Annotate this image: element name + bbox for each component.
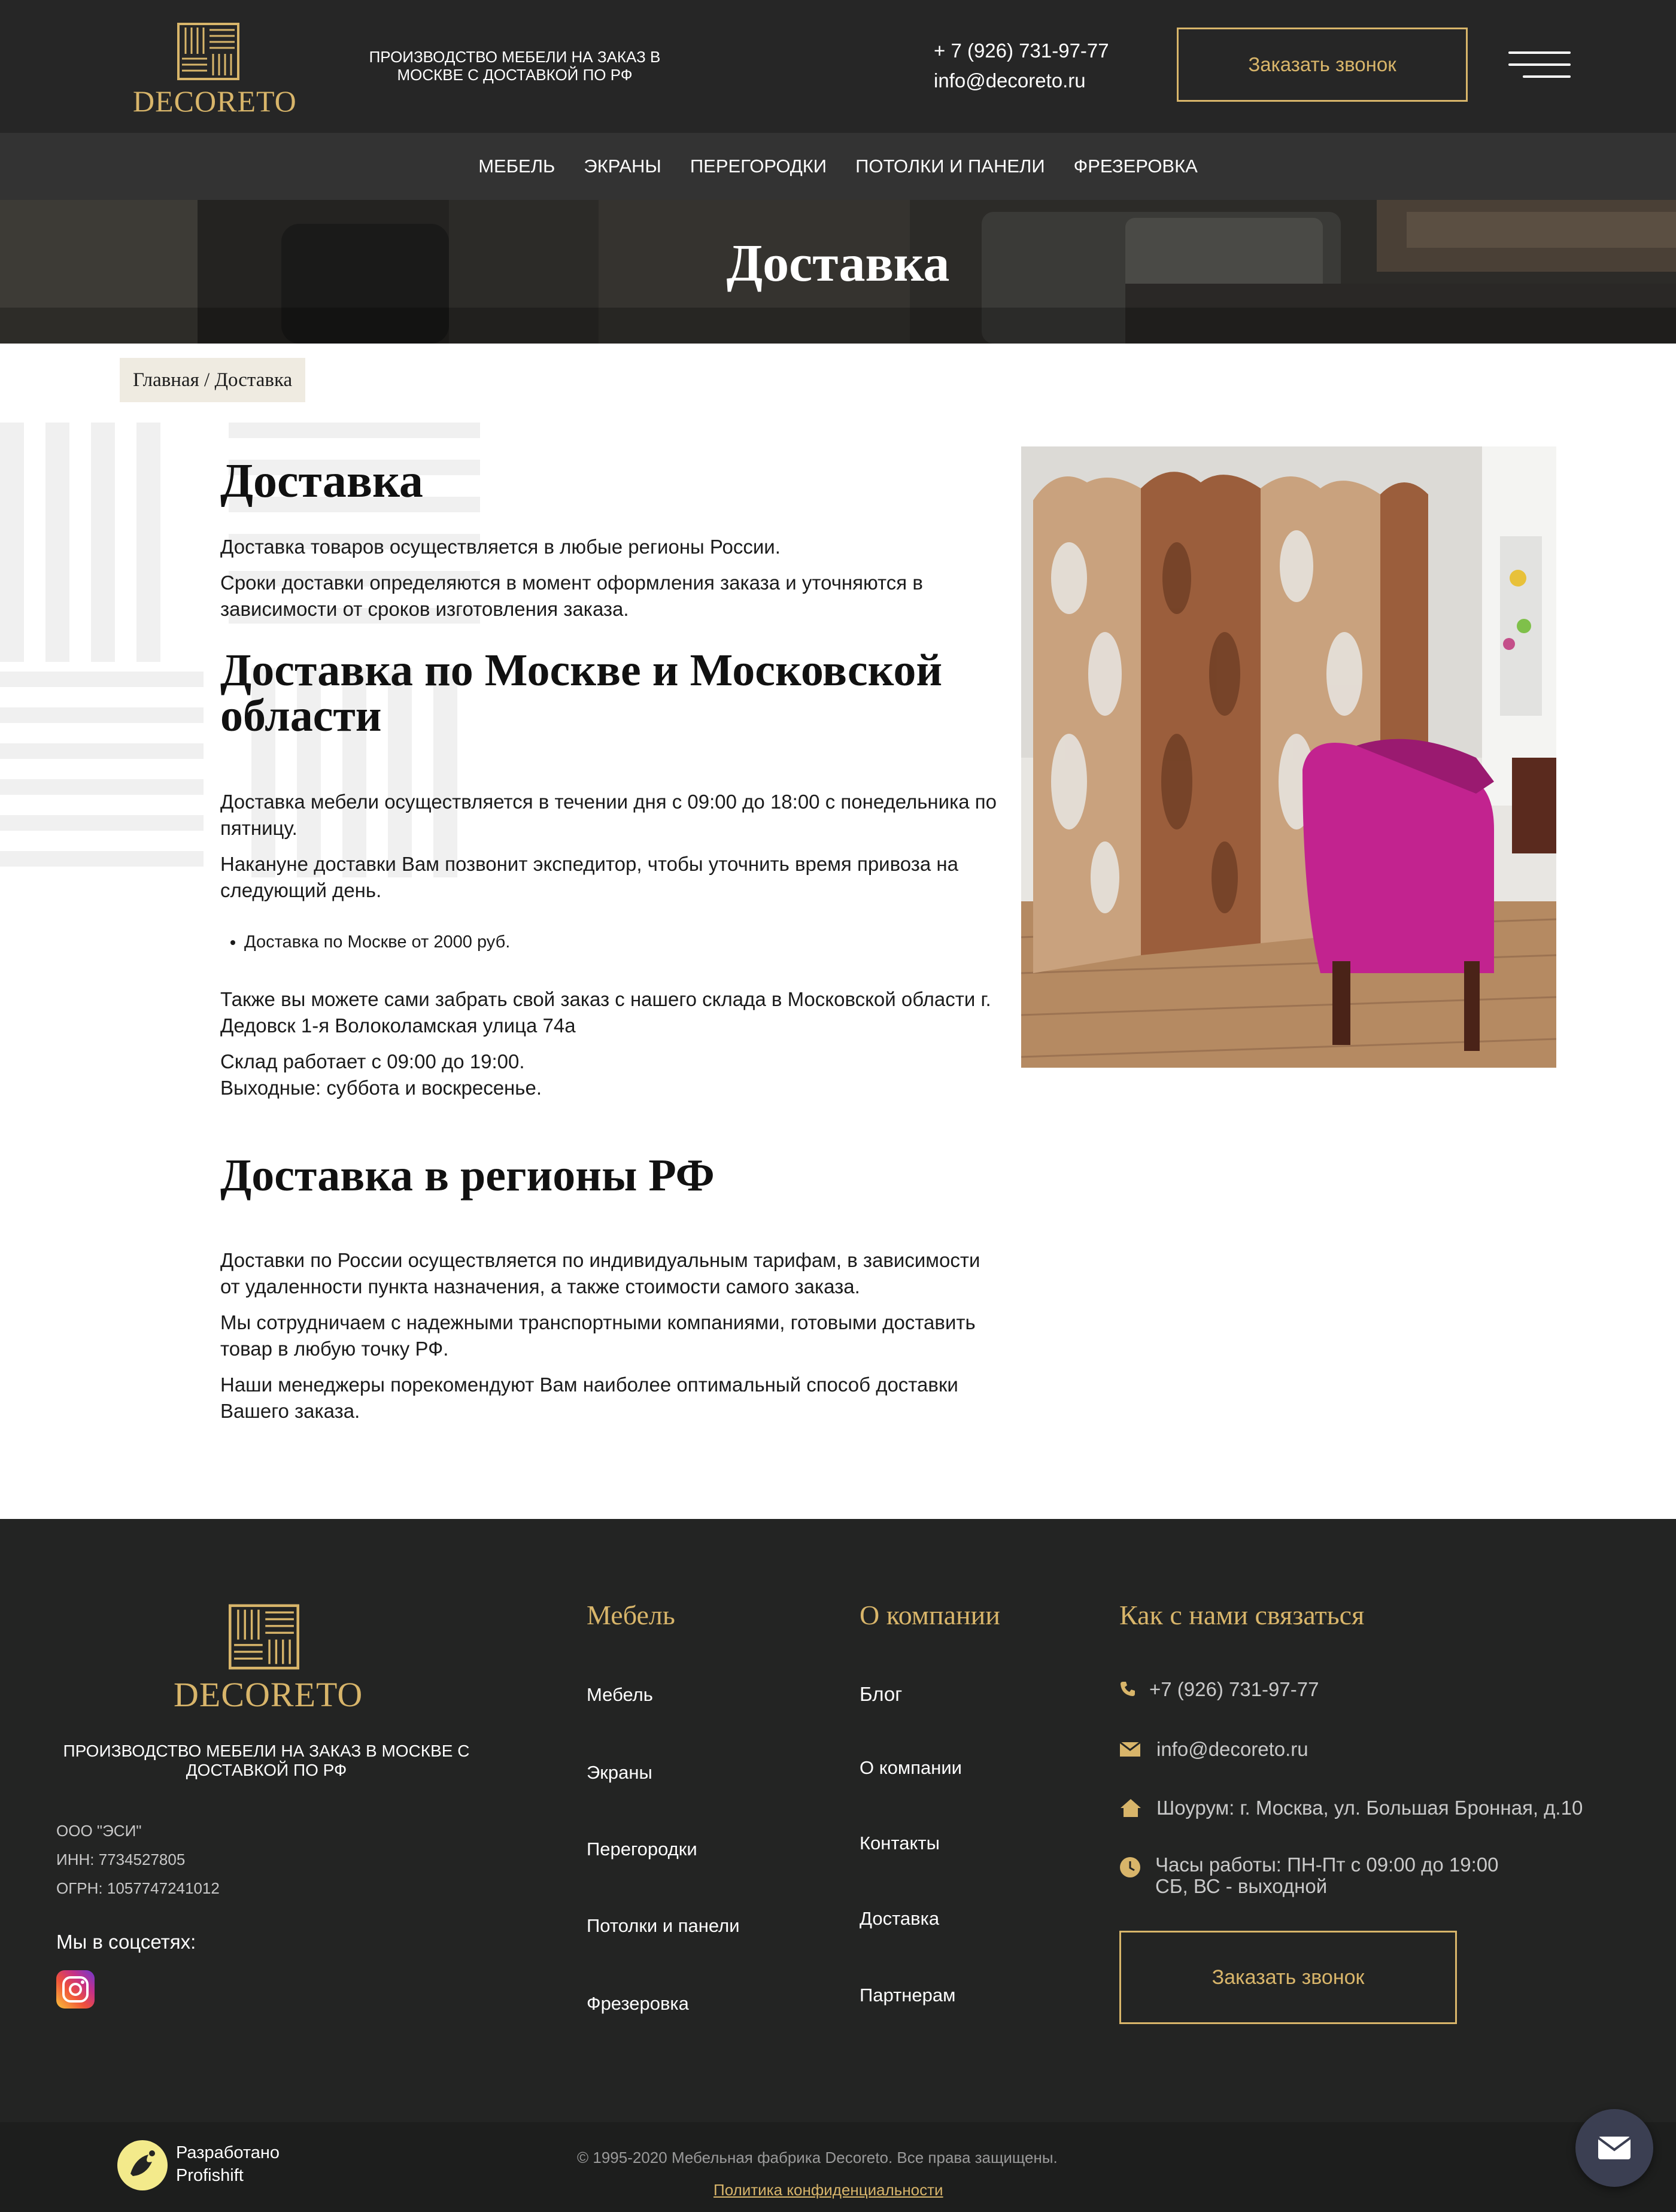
footer-link-delivery[interactable]: Доставка: [860, 1908, 939, 1930]
developer-label: Разработано: [176, 2143, 280, 2162]
paragraph-courier-call: Накануне доставки Вам позвонит экспедито…: [220, 853, 958, 901]
privacy-policy-link[interactable]: Политика конфиденциальности: [713, 2181, 943, 2199]
footer-phone-link[interactable]: +7 (926) 731-97-77: [1149, 1678, 1319, 1701]
copyright: © 1995-2020 Мебельная фабрика Decoreto. …: [577, 2149, 1058, 2167]
paragraph-warehouse-hours: Склад работает с 09:00 до 19:00.: [220, 1050, 525, 1072]
nav-item-screens[interactable]: Экраны: [584, 156, 661, 177]
phone-icon: [1119, 1681, 1136, 1697]
paragraph-weekends: Выходные: суббота и воскресенье.: [220, 1077, 542, 1099]
showroom-address: Шоурум: г. Москва, ул. Большая Бронная, …: [1156, 1797, 1583, 1819]
footer-link-partitions[interactable]: Перегородки: [587, 1839, 697, 1860]
work-hours-weekend: СБ, ВС - выходной: [1155, 1875, 1328, 1897]
developer-name: Profishift: [176, 2166, 244, 2185]
heading-regions-delivery: Доставка в регионы РФ: [220, 1150, 715, 1201]
footer-logo[interactable]: DECORETO: [174, 1604, 363, 1715]
logo-mark-icon: [177, 23, 239, 80]
footer-email-link[interactable]: info@decoreto.ru: [1156, 1738, 1308, 1761]
header-email-link[interactable]: info@decoreto.ru: [934, 69, 1086, 92]
logo-mark-icon: [229, 1604, 299, 1670]
hero-title: Доставка: [726, 235, 950, 293]
work-hours: Часы работы: ПН-Пт с 09:00 до 19:00 СБ, …: [1155, 1854, 1498, 1897]
footer-logo-text: DECORETO: [174, 1675, 363, 1714]
order-call-button[interactable]: Заказать звонок: [1177, 28, 1468, 102]
footer-heading-company: О компании: [860, 1600, 1000, 1630]
main-nav: Мебель Экраны Перегородки Потолки и пане…: [0, 133, 1676, 200]
footer-link-partners[interactable]: Партнерам: [860, 1985, 955, 2006]
footer-link-furniture[interactable]: Мебель: [587, 1684, 653, 1706]
paragraph-terms: Сроки доставки определяются в момент офо…: [220, 572, 923, 620]
mail-chat-button[interactable]: [1575, 2109, 1653, 2187]
header-phone-link[interactable]: + 7 (926) 731-97-77: [934, 40, 1109, 62]
profishift-logo-icon[interactable]: [117, 2140, 168, 2190]
main-content: Доставка Доставка товаров осуществляется…: [220, 455, 998, 1424]
logo[interactable]: DECORETO: [133, 23, 297, 118]
logo-text: DECORETO: [133, 84, 297, 118]
footer-heading-contacts: Как с нами связаться: [1119, 1600, 1365, 1630]
paragraph-delivery-hours: Доставка мебели осуществляется в течении…: [220, 791, 997, 839]
nav-item-milling[interactable]: Фрезеровка: [1074, 156, 1198, 177]
clock-icon: [1119, 1856, 1141, 1878]
footer-link-contacts[interactable]: Контакты: [860, 1833, 940, 1854]
header-tagline: Производство мебели на заказ в Москве с …: [369, 48, 661, 84]
hamburger-menu-icon[interactable]: [1508, 51, 1571, 79]
nav-item-furniture[interactable]: Мебель: [478, 156, 555, 177]
paragraph-managers: Наши менеджеры порекомендуют Вам наиболе…: [220, 1374, 958, 1422]
heading-moscow-delivery: Доставка по Москве и Московской области: [220, 645, 943, 741]
company-name: ООО "ЭСИ": [56, 1822, 142, 1840]
paragraph-regions: Доставка товаров осуществляется в любые …: [220, 536, 781, 558]
footer-link-milling[interactable]: Фрезеровка: [587, 1993, 689, 2014]
developer-credit[interactable]: Разработано Profishift: [176, 2141, 280, 2187]
paragraph-transport: Мы сотрудничаем с надежными транспортным…: [220, 1311, 976, 1360]
paragraph-tariffs: Доставки по России осуществляется по инд…: [220, 1249, 980, 1298]
footer-link-blog[interactable]: Блог: [860, 1683, 902, 1706]
delivery-price-list: Доставка по Москве от 2000 руб.: [220, 930, 998, 954]
nav-item-ceilings[interactable]: Потолки и панели: [855, 156, 1045, 177]
footer-link-screens[interactable]: Экраны: [587, 1762, 652, 1783]
footer-heading-furniture: Мебель: [587, 1600, 675, 1630]
paragraph-pickup: Также вы можете сами забрать свой заказ …: [220, 988, 991, 1037]
home-icon: [1119, 1798, 1142, 1818]
footer-link-ceilings[interactable]: Потолки и панели: [587, 1915, 740, 1937]
social-label: Мы в соцсетях:: [56, 1931, 196, 1953]
footer-order-call-button[interactable]: Заказать звонок: [1119, 1931, 1457, 2024]
envelope-icon: [1597, 2137, 1632, 2159]
delivery-photo: [1021, 446, 1556, 1068]
work-hours-weekdays: Часы работы: ПН-Пт с 09:00 до 19:00: [1155, 1854, 1499, 1876]
company-inn: ИНН: 7734527805: [56, 1851, 186, 1868]
list-item: Доставка по Москве от 2000 руб.: [244, 930, 998, 954]
mail-icon: [1119, 1741, 1141, 1757]
company-ogrn: ОГРН: 1057747241012: [56, 1879, 220, 1897]
page-heading: Доставка: [220, 455, 423, 508]
footer-link-about[interactable]: О компании: [860, 1757, 962, 1779]
instagram-icon[interactable]: [56, 1970, 95, 2009]
breadcrumb[interactable]: Главная / Доставка: [120, 358, 306, 402]
nav-item-partitions[interactable]: Перегородки: [690, 156, 827, 177]
footer-tagline: Производство мебели на заказ в Москве с …: [63, 1742, 470, 1779]
